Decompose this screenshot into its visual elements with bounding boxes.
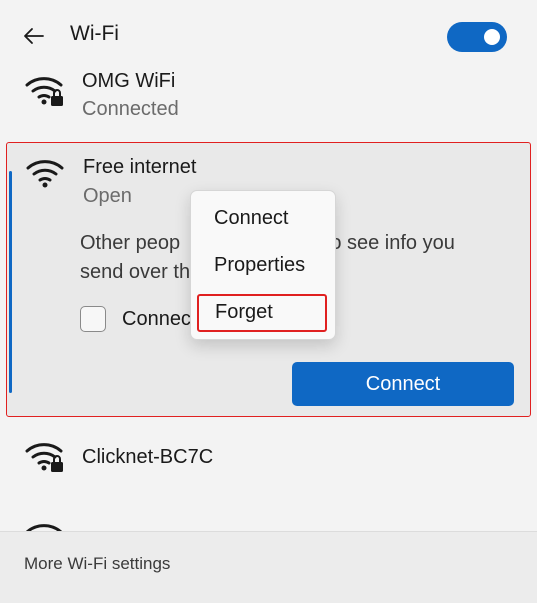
connect-automatically-label: Connec bbox=[122, 308, 191, 330]
wifi-flyout: Wi-Fi OMG WiFi Connected Free internet O… bbox=[0, 0, 537, 603]
more-wifi-settings-link[interactable]: More Wi-Fi settings bbox=[24, 554, 170, 574]
network-name: OMG WiFi bbox=[82, 70, 176, 92]
network-status: Connected bbox=[82, 98, 179, 120]
warning-line-1: Other peop bbox=[80, 232, 181, 254]
network-item-clicknet[interactable]: Clicknet-BC7C bbox=[0, 430, 537, 490]
selection-accent bbox=[9, 171, 12, 393]
wifi-lock-icon bbox=[25, 443, 63, 472]
connect-automatically-checkbox[interactable] bbox=[80, 306, 106, 332]
network-name: Clicknet-BC7C bbox=[82, 446, 214, 468]
menu-item-properties[interactable]: Properties bbox=[197, 247, 327, 285]
menu-item-label: Connect bbox=[214, 207, 289, 229]
context-menu: Connect Properties Forget bbox=[190, 190, 336, 340]
menu-item-label: Properties bbox=[214, 254, 306, 276]
back-button[interactable] bbox=[20, 22, 48, 50]
header: Wi-Fi bbox=[0, 0, 537, 70]
menu-item-forget[interactable]: Forget bbox=[197, 294, 327, 332]
network-name: Free internet bbox=[83, 156, 197, 178]
wifi-icon bbox=[26, 160, 64, 188]
network-item-omg-wifi[interactable]: OMG WiFi Connected bbox=[0, 62, 537, 132]
back-arrow-icon bbox=[24, 28, 44, 44]
menu-item-connect[interactable]: Connect bbox=[197, 200, 327, 238]
wifi-lock-icon bbox=[25, 77, 63, 106]
toggle-knob bbox=[484, 29, 500, 45]
network-status: Open bbox=[83, 185, 132, 207]
wifi-toggle[interactable] bbox=[447, 22, 507, 52]
menu-item-label: Forget bbox=[215, 301, 273, 323]
connect-button[interactable]: Connect bbox=[292, 362, 514, 406]
page-title: Wi-Fi bbox=[70, 22, 119, 45]
footer: More Wi-Fi settings bbox=[0, 532, 537, 603]
